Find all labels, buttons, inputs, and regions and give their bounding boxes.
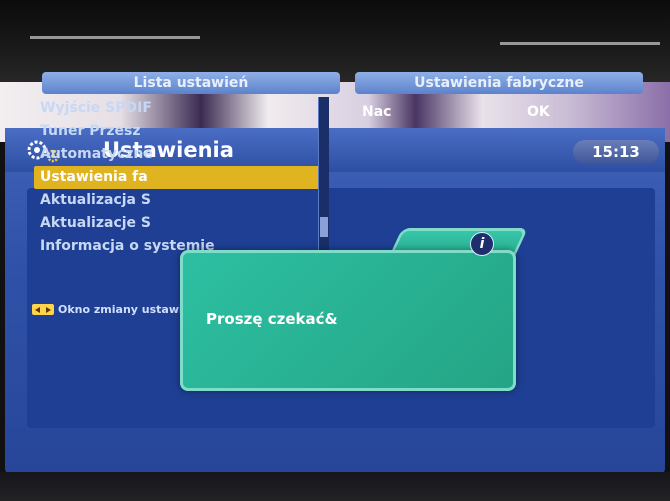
list-item-factory-settings[interactable]: Ustawienia fa <box>34 166 328 189</box>
ok-hint: OK <box>527 104 550 120</box>
right-panel-header: Ustawienia fabryczne <box>355 72 643 94</box>
right-panel-text: Nac <box>362 104 392 120</box>
popup-message: Proszę czekać& <box>206 310 338 328</box>
list-item-tuner[interactable]: Tuner Przesz <box>34 120 328 143</box>
list-scrollbar[interactable] <box>318 97 329 269</box>
clock: 15:13 <box>573 140 659 164</box>
bezel-reflection <box>500 42 660 45</box>
info-icon: i <box>470 232 494 256</box>
tv-bezel-bottom <box>0 472 670 501</box>
list-item-update-2[interactable]: Aktualizacje S <box>34 212 328 235</box>
footer-hint: Okno zmiany ustawień <box>32 303 198 316</box>
bezel-reflection <box>30 36 200 39</box>
left-right-arrows-icon <box>32 304 54 315</box>
list-item-automatic[interactable]: Automatyczne <box>34 143 328 166</box>
list-item-update-1[interactable]: Aktualizacja S <box>34 189 328 212</box>
left-panel-header: Lista ustawień <box>42 72 340 94</box>
scroll-thumb[interactable] <box>320 217 328 237</box>
footer-hint-text: Okno zmiany ustawień <box>58 303 199 316</box>
settings-list: Wyjście SPDIF Tuner Przesz Automatyczne … <box>34 97 328 258</box>
list-item-spdif[interactable]: Wyjście SPDIF <box>34 97 328 120</box>
